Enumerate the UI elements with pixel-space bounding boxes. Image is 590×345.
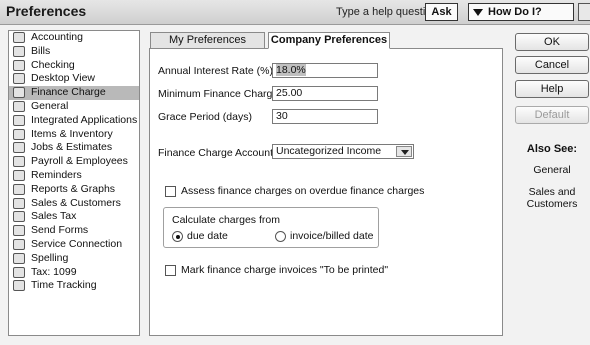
sales-tax-icon <box>13 211 25 223</box>
ok-button[interactable]: OK <box>515 33 589 51</box>
sidebar-item-reports-graphs[interactable]: Reports & Graphs <box>9 183 139 197</box>
sidebar-item-send-forms[interactable]: Send Forms <box>9 224 139 238</box>
interest-rate-label: Annual Interest Rate (%) <box>158 65 273 77</box>
preference-category-list[interactable]: Accounting Bills Checking Desktop View Finan… <box>8 30 140 336</box>
also-see-sales-link[interactable]: Sales and Customers <box>515 186 589 210</box>
sidebar-item-label: Finance Charge <box>31 86 106 99</box>
grace-period-label: Grace Period (days) <box>158 111 252 123</box>
desktop-view-icon <box>13 73 25 85</box>
sidebar-item-bills[interactable]: Bills <box>9 45 139 59</box>
finance-account-dropdown[interactable]: Uncategorized Income <box>272 144 414 159</box>
grace-period-field[interactable]: 30 <box>272 109 378 124</box>
sidebar-item-integrated-apps[interactable]: Integrated Applications <box>9 114 139 128</box>
finance-charge-icon <box>13 87 25 99</box>
payroll-icon <box>13 156 25 168</box>
sidebar-item-sales-tax[interactable]: Sales Tax <box>9 210 139 224</box>
sidebar-item-finance-charge[interactable]: Finance Charge <box>9 86 139 100</box>
calculate-from-label: Calculate charges from <box>172 214 280 226</box>
sidebar-item-label: Integrated Applications <box>31 113 138 126</box>
sidebar-item-label: Reminders <box>31 168 82 181</box>
how-do-i-button[interactable]: How Do I? <box>468 3 574 21</box>
reminders-icon <box>13 169 25 181</box>
reports-graphs-icon <box>13 183 25 195</box>
items-inventory-icon <box>13 128 25 140</box>
close-button[interactable] <box>578 3 590 21</box>
sidebar-item-label: Payroll & Employees <box>31 155 128 168</box>
sidebar-item-label: Jobs & Estimates <box>31 141 113 154</box>
invoice-date-label: invoice/billed date <box>290 230 374 242</box>
assess-charges-checkbox[interactable] <box>165 186 176 197</box>
finance-account-value: Uncategorized Income <box>276 145 382 157</box>
tab-company-preferences[interactable]: Company Preferences <box>268 32 390 49</box>
time-tracking-icon <box>13 280 25 292</box>
sidebar-item-reminders[interactable]: Reminders <box>9 169 139 183</box>
sidebar-item-label: Send Forms <box>31 224 89 237</box>
ask-button[interactable]: Ask <box>425 3 458 21</box>
sidebar-item-label: Desktop View <box>31 72 96 85</box>
title-bar: Preferences Type a help question Ask How… <box>0 0 590 25</box>
spelling-icon <box>13 252 25 264</box>
invoice-date-radio[interactable] <box>275 231 286 242</box>
min-charge-label: Minimum Finance Charge <box>158 88 279 100</box>
send-forms-icon <box>13 225 25 237</box>
dropdown-arrow-icon <box>473 8 483 16</box>
sidebar-item-label: Service Connection <box>31 237 123 250</box>
sidebar-item-general[interactable]: General <box>9 100 139 114</box>
tab-my-preferences[interactable]: My Preferences <box>150 32 265 49</box>
sidebar-item-label: Sales Tax <box>31 210 77 223</box>
interest-rate-field[interactable]: 18.0% <box>272 63 378 78</box>
sidebar-item-accounting[interactable]: Accounting <box>9 31 139 45</box>
interest-rate-value: 18.0% <box>276 64 306 76</box>
integrated-apps-icon <box>13 114 25 126</box>
general-icon <box>13 100 25 112</box>
also-see-heading: Also See: <box>526 143 578 155</box>
sidebar-item-label: Spelling <box>31 251 69 264</box>
mark-printed-checkbox[interactable] <box>165 265 176 276</box>
sidebar-item-jobs-estimates[interactable]: Jobs & Estimates <box>9 141 139 155</box>
chevron-down-icon[interactable] <box>396 146 412 157</box>
sidebar-item-desktop-view[interactable]: Desktop View <box>9 72 139 86</box>
service-connection-icon <box>13 238 25 250</box>
sidebar-item-label: Checking <box>31 58 75 71</box>
also-see-general-link[interactable]: General <box>515 164 589 176</box>
sidebar-item-label: General <box>31 99 69 112</box>
sidebar-item-label: Sales & Customers <box>31 196 121 209</box>
help-button[interactable]: Help <box>515 80 589 98</box>
bills-icon <box>13 45 25 57</box>
sidebar-item-items-inventory[interactable]: Items & Inventory <box>9 128 139 142</box>
help-question-prompt[interactable]: Type a help question <box>336 6 438 18</box>
sidebar-item-sales-customers[interactable]: Sales & Customers <box>9 197 139 211</box>
sidebar-item-tax-1099[interactable]: Tax: 1099 <box>9 266 139 280</box>
sidebar-item-spelling[interactable]: Spelling <box>9 252 139 266</box>
default-button[interactable]: Default <box>515 106 589 124</box>
sidebar-item-service-connection[interactable]: Service Connection <box>9 238 139 252</box>
cancel-button[interactable]: Cancel <box>515 56 589 74</box>
sidebar-item-time-tracking[interactable]: Time Tracking <box>9 279 139 293</box>
sidebar-item-label: Items & Inventory <box>31 127 113 140</box>
due-date-label: due date <box>187 230 228 242</box>
accounting-icon <box>13 32 25 43</box>
sidebar-item-label: Time Tracking <box>31 279 97 292</box>
checking-icon <box>13 59 25 71</box>
sidebar-item-label: Tax: 1099 <box>31 265 77 278</box>
sidebar-item-checking[interactable]: Checking <box>9 59 139 73</box>
sidebar-item-label: Bills <box>31 44 51 57</box>
sidebar-item-label: Reports & Graphs <box>31 182 116 195</box>
min-charge-field[interactable]: 25.00 <box>272 86 378 101</box>
assess-charges-label: Assess finance charges on overdue financ… <box>181 185 425 197</box>
jobs-estimates-icon <box>13 142 25 154</box>
due-date-radio[interactable] <box>172 231 183 242</box>
tax-1099-icon <box>13 266 25 278</box>
finance-account-label: Finance Charge Account <box>158 147 273 159</box>
sidebar-item-label: Accounting <box>31 31 83 43</box>
window-title: Preferences <box>6 3 87 19</box>
sidebar-item-payroll[interactable]: Payroll & Employees <box>9 155 139 169</box>
how-do-i-label: How Do I? <box>488 6 542 18</box>
sales-customers-icon <box>13 197 25 209</box>
mark-printed-label: Mark finance charge invoices "To be prin… <box>181 264 389 276</box>
